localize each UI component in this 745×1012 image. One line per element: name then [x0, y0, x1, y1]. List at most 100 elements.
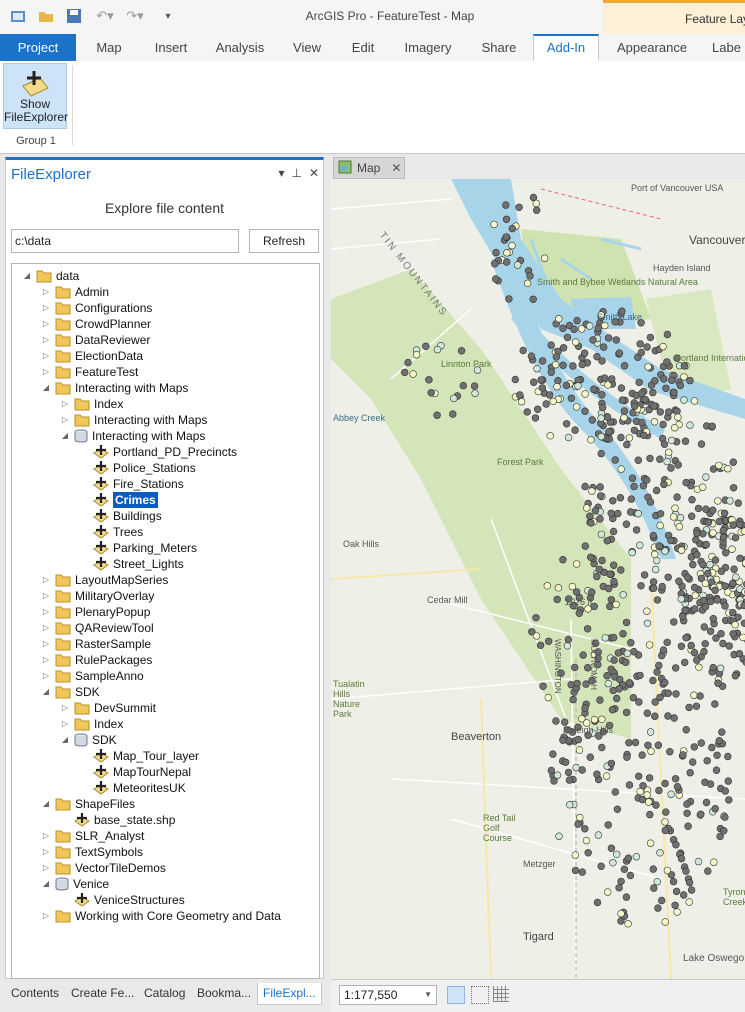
tab-insert[interactable]: Insert [144, 34, 198, 61]
tree-item[interactable]: VeniceStructures [60, 892, 185, 908]
tab-map-view[interactable]: Map ✕ [333, 157, 405, 179]
tree-item[interactable]: MapTourNepal [79, 764, 191, 780]
collapse-arrow-icon[interactable]: ◢ [41, 796, 51, 812]
tree-item[interactable]: Parking_Meters [79, 540, 197, 556]
tree-item[interactable]: ▷SampleAnno [41, 668, 144, 684]
file-tree[interactable]: ◢data▷Admin▷Configurations▷CrowdPlanner▷… [11, 263, 320, 979]
refresh-button[interactable]: Refresh [249, 229, 319, 253]
tree-item[interactable]: Police_Stations [79, 460, 196, 476]
tree-item[interactable]: Buildings [79, 508, 162, 524]
tree-item[interactable]: ▷SLR_Analyst [41, 828, 144, 844]
collapse-arrow-icon[interactable]: ◢ [60, 428, 70, 444]
expand-arrow-icon[interactable]: ▷ [60, 716, 70, 732]
tree-item[interactable]: ◢SDK [60, 732, 117, 748]
close-icon[interactable]: ✕ [309, 166, 319, 180]
collapse-arrow-icon[interactable]: ◢ [41, 684, 51, 700]
tree-item[interactable]: ▷TextSymbols [41, 844, 143, 860]
scale-selector[interactable]: 1:177,550▼ [339, 985, 437, 1005]
expand-arrow-icon[interactable]: ▷ [41, 332, 51, 348]
tree-item[interactable]: ▷DevSummit [60, 700, 156, 716]
expand-arrow-icon[interactable]: ▷ [60, 396, 70, 412]
grid-icon[interactable] [493, 986, 509, 1002]
collapse-arrow-icon[interactable]: ◢ [60, 732, 70, 748]
tree-item[interactable]: ▷PlenaryPopup [41, 604, 150, 620]
tab-edit[interactable]: Edit [340, 34, 386, 61]
tree-item[interactable]: ◢Interacting with Maps [41, 380, 188, 396]
tree-item[interactable]: ◢SDK [41, 684, 100, 700]
show-fileexplorer-button[interactable]: Show FileExplorer [3, 63, 67, 129]
tab-appearance[interactable]: Appearance [608, 34, 696, 61]
tab-analysis[interactable]: Analysis [208, 34, 272, 61]
undo-icon[interactable]: ↶▾ [92, 8, 118, 24]
open-project-icon[interactable] [38, 8, 54, 24]
expand-arrow-icon[interactable]: ▷ [41, 668, 51, 684]
expand-arrow-icon[interactable]: ▷ [60, 412, 70, 428]
tree-item[interactable]: Fire_Stations [79, 476, 184, 492]
collapse-arrow-icon[interactable]: ◢ [41, 876, 51, 892]
tree-item[interactable]: ▷QAReviewTool [41, 620, 154, 636]
expand-arrow-icon[interactable]: ▷ [41, 828, 51, 844]
tree-item[interactable]: ▷VectorTileDemos [41, 860, 166, 876]
tab-create-features[interactable]: Create Fe... [71, 986, 134, 1000]
save-project-icon[interactable] [66, 8, 82, 24]
tree-item[interactable]: ▷Index [60, 716, 123, 732]
tab-bookmarks[interactable]: Bookma... [197, 986, 251, 1000]
tree-item[interactable]: ◢Interacting with Maps [60, 428, 205, 444]
tree-item[interactable]: Map_Tour_layer [79, 748, 199, 764]
tree-item[interactable]: ◢data [22, 268, 79, 284]
tree-item[interactable]: ▷ElectionData [41, 348, 143, 364]
expand-arrow-icon[interactable]: ▷ [41, 860, 51, 876]
map-canvas[interactable]: Port of Vancouver USA Vancouver Hayden I… [331, 179, 745, 979]
tree-item[interactable]: base_state.shp [60, 812, 175, 828]
contextual-tab-group[interactable]: Feature Lay [603, 0, 745, 34]
pin-icon[interactable]: ⊥ [291, 166, 301, 180]
tree-item[interactable]: ▷RulePackages [41, 652, 152, 668]
expand-arrow-icon[interactable]: ▷ [41, 364, 51, 380]
tree-item[interactable]: ◢ShapeFiles [41, 796, 135, 812]
tab-project[interactable]: Project [0, 34, 76, 61]
tree-item[interactable]: ▷Interacting with Maps [60, 412, 207, 428]
expand-arrow-icon[interactable]: ▷ [60, 700, 70, 716]
pane-menu-icon[interactable]: ▾ [278, 166, 284, 180]
customize-qat-icon[interactable]: ▾ [160, 8, 176, 24]
collapse-arrow-icon[interactable]: ◢ [41, 380, 51, 396]
expand-arrow-icon[interactable]: ▷ [41, 908, 51, 924]
tree-item[interactable]: ◢Venice [41, 876, 109, 892]
tree-item[interactable]: ▷LayoutMapSeries [41, 572, 168, 588]
tree-item[interactable]: ▷MilitaryOverlay [41, 588, 154, 604]
tab-view[interactable]: View [282, 34, 332, 61]
close-map-icon[interactable]: ✕ [391, 161, 401, 175]
expand-arrow-icon[interactable]: ▷ [41, 652, 51, 668]
tree-item[interactable]: ▷DataReviewer [41, 332, 150, 348]
expand-arrow-icon[interactable]: ▷ [41, 284, 51, 300]
tab-imagery[interactable]: Imagery [396, 34, 460, 61]
tab-map[interactable]: Map [82, 34, 136, 61]
redo-icon[interactable]: ↷▾ [122, 8, 148, 24]
tree-item[interactable]: ▷Working with Core Geometry and Data [41, 908, 281, 924]
expand-arrow-icon[interactable]: ▷ [41, 300, 51, 316]
expand-arrow-icon[interactable]: ▷ [41, 604, 51, 620]
tree-item[interactable]: ▷FeatureTest [41, 364, 138, 380]
tree-item[interactable]: ▷Configurations [41, 300, 152, 316]
fixed-zoom-icon[interactable] [447, 986, 465, 1004]
collapse-arrow-icon[interactable]: ◢ [22, 268, 32, 284]
tab-contents[interactable]: Contents [11, 986, 59, 1000]
tree-item[interactable]: Portland_PD_Precincts [79, 444, 237, 460]
tree-item[interactable]: ▷CrowdPlanner [41, 316, 151, 332]
tab-share[interactable]: Share [470, 34, 528, 61]
expand-arrow-icon[interactable]: ▷ [41, 588, 51, 604]
tab-labeling[interactable]: Labe [712, 34, 745, 61]
tree-item[interactable]: Crimes [79, 492, 158, 508]
path-input[interactable] [11, 229, 239, 253]
expand-arrow-icon[interactable]: ▷ [41, 572, 51, 588]
tree-item[interactable]: Street_Lights [79, 556, 184, 572]
expand-arrow-icon[interactable]: ▷ [41, 844, 51, 860]
snapping-icon[interactable] [471, 986, 489, 1004]
tab-fileexplorer[interactable]: FileExpl... [257, 983, 322, 1005]
expand-arrow-icon[interactable]: ▷ [41, 620, 51, 636]
tab-add-in[interactable]: Add-In [533, 34, 599, 61]
tree-item[interactable]: Trees [79, 524, 143, 540]
tree-item[interactable]: ▷Index [60, 396, 123, 412]
tab-catalog[interactable]: Catalog [144, 986, 185, 1000]
expand-arrow-icon[interactable]: ▷ [41, 636, 51, 652]
